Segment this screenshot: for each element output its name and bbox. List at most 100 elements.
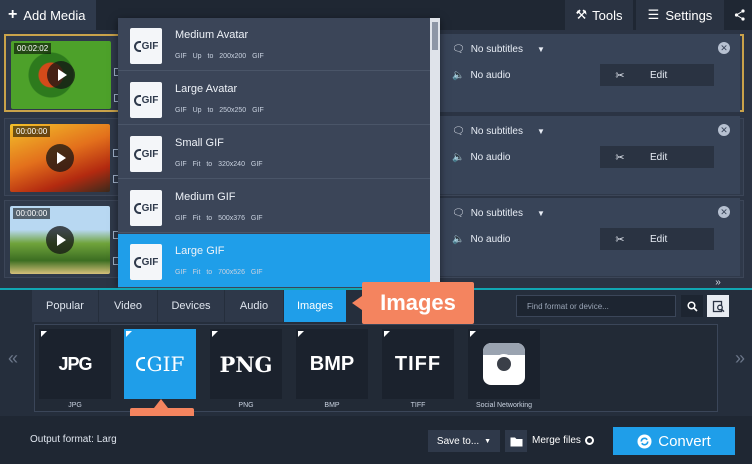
device-search-icon [712, 300, 724, 312]
track-panel: 🗨 No subtitles ▼ 🔈 No audio ✕ ✂ Edit [440, 116, 740, 194]
preset-label: Social Networking [475, 402, 533, 409]
scissors-icon: ✂ [615, 151, 625, 164]
tab-images[interactable]: Images [284, 290, 346, 322]
tools-button[interactable]: ⚒ Tools [565, 0, 633, 30]
subtitles-dropdown[interactable]: 🗨 No subtitles ▼ [452, 44, 545, 55]
audio-dropdown[interactable]: 🔈 No audio [452, 234, 510, 245]
preset-label: BMP [324, 402, 340, 409]
merge-files-label: Merge files [532, 435, 581, 446]
bottom-bar: Output format: Larg Save to... ▼ Merge f… [0, 416, 752, 464]
preset-option-medium-avatar[interactable]: GIF Medium Avatar GIF Up to 200x200 GIF [118, 18, 430, 71]
png-logo: PNG [219, 351, 273, 377]
preset-label: PNG [238, 402, 254, 409]
detect-device-button[interactable] [707, 295, 729, 317]
subtitles-label: No subtitles [470, 208, 523, 219]
scissors-icon: ✂ [615, 233, 625, 246]
caret-down-icon: ▼ [536, 127, 545, 136]
edit-button[interactable]: ✂ Edit [600, 64, 714, 86]
edit-label: Edit [650, 151, 668, 163]
tab-devices[interactable]: Devices [158, 290, 224, 322]
caret-down-icon: ▼ [536, 209, 545, 218]
speaker-icon: 🔈 [452, 152, 465, 163]
edit-label: Edit [650, 233, 668, 245]
preset-bmp[interactable]: BMP [296, 329, 368, 399]
scroll-right-icon[interactable]: » [735, 348, 745, 369]
share-button[interactable] [727, 0, 752, 30]
preset-option-large-gif[interactable]: GIF Large GIF GIF Fit to 700x526 GIF [118, 234, 430, 287]
merge-files-toggle[interactable]: Merge files [532, 435, 594, 446]
play-icon[interactable] [46, 226, 74, 254]
speaker-icon: 🔈 [452, 70, 465, 81]
gif-file-icon: GIF [130, 28, 162, 64]
preset-option-small-gif[interactable]: GIF Small GIF GIF Fit to 320x240 GIF [118, 126, 430, 179]
open-folder-button[interactable] [505, 430, 527, 452]
output-format-label: Output format: Larg [30, 434, 117, 445]
duration-label: 00:00:00 [13, 126, 51, 137]
tools-label: Tools [592, 7, 623, 23]
preset-title: Small GIF [175, 137, 224, 149]
video-thumbnail[interactable]: 00:02:02 [11, 41, 111, 109]
remove-file-icon[interactable]: ✕ [718, 42, 730, 54]
subtitles-dropdown[interactable]: 🗨 No subtitles ▼ [452, 126, 545, 137]
merge-radio[interactable] [584, 436, 594, 445]
video-thumbnail[interactable]: 00:00:00 [10, 124, 110, 192]
video-thumbnail[interactable]: 00:00:00 [10, 206, 110, 274]
tab-video[interactable]: Video [99, 290, 157, 322]
convert-label: Convert [658, 432, 711, 450]
folder-icon [510, 437, 522, 446]
preset-title: Large GIF [175, 245, 225, 257]
audio-dropdown[interactable]: 🔈 No audio [452, 70, 510, 81]
dropdown-scrollbar[interactable] [430, 18, 440, 288]
images-callout: Images [352, 282, 474, 324]
bmp-logo: BMP [309, 352, 355, 375]
edit-button[interactable]: ✂ Edit [600, 228, 714, 250]
preset-gif[interactable]: GIF [124, 329, 196, 399]
preset-specs: GIF Fit to 700x526 GIF [175, 269, 263, 276]
gif-preset-dropdown: GIF Medium Avatar GIF Up to 200x200 GIF … [118, 18, 440, 288]
preset-gallery: « » JPG JPG GIF PNG PNG BMP BMP TIFF TIF… [0, 322, 752, 416]
remove-file-icon[interactable]: ✕ [718, 206, 730, 218]
settings-button[interactable]: ☰ Settings [636, 0, 724, 30]
preset-specs: GIF Up to 250x250 GIF [175, 107, 264, 114]
speech-bubble-icon: 🗨 [452, 126, 465, 137]
collapse-chevron-icon[interactable]: » [708, 278, 728, 288]
track-panel: 🗨 No subtitles ▼ 🔈 No audio ✕ ✂ Edit [440, 198, 740, 276]
subtitles-dropdown[interactable]: 🗨 No subtitles ▼ [452, 208, 545, 219]
preset-specs: GIF Fit to 500x376 GIF [175, 215, 263, 222]
preset-specs: GIF Fit to 320x240 GIF [175, 161, 263, 168]
preset-specs: GIF Up to 200x200 GIF [175, 53, 264, 60]
menu-icon: ☰ [647, 7, 660, 22]
preset-option-large-avatar[interactable]: GIF Large Avatar GIF Up to 250x250 GIF [118, 72, 430, 125]
speech-bubble-icon: 🗨 [452, 44, 465, 55]
remove-file-icon[interactable]: ✕ [718, 124, 730, 136]
preset-social-networking[interactable] [468, 329, 540, 399]
preset-png[interactable]: PNG [210, 329, 282, 399]
tab-popular[interactable]: Popular [32, 290, 98, 322]
preset-title: Large Avatar [175, 83, 238, 95]
tab-audio[interactable]: Audio [225, 290, 283, 322]
preset-label: TIFF [410, 402, 426, 409]
gif-file-icon: GIF [130, 190, 162, 226]
save-to-label: Save to... [436, 435, 480, 447]
track-panel: 🗨 No subtitles ▼ 🔈 No audio ✕ ✂ Edit [440, 34, 740, 112]
gif-logo: GIF [135, 352, 184, 376]
jpg-logo: JPG [58, 353, 92, 374]
preset-tiff[interactable]: TIFF [382, 329, 454, 399]
preset-option-medium-gif[interactable]: GIF Medium GIF GIF Fit to 500x376 GIF [118, 180, 430, 233]
duration-label: 00:00:00 [13, 208, 51, 219]
convert-button[interactable]: Convert [613, 427, 735, 455]
audio-dropdown[interactable]: 🔈 No audio [452, 152, 510, 163]
scroll-left-icon[interactable]: « [8, 348, 18, 369]
scrollbar-thumb[interactable] [432, 22, 438, 50]
subtitles-label: No subtitles [470, 44, 523, 55]
preset-jpg[interactable]: JPG [39, 329, 111, 399]
speech-bubble-icon: 🗨 [452, 208, 465, 219]
play-icon[interactable] [46, 144, 74, 172]
format-search-input[interactable]: Find format or device... [516, 295, 676, 317]
tiff-logo: TIFF [394, 352, 442, 375]
save-to-button[interactable]: Save to... ▼ [428, 430, 500, 452]
edit-button[interactable]: ✂ Edit [600, 146, 714, 168]
play-icon[interactable] [47, 61, 75, 89]
search-button[interactable] [681, 295, 703, 317]
add-media-button[interactable]: + Add Media [0, 0, 96, 30]
